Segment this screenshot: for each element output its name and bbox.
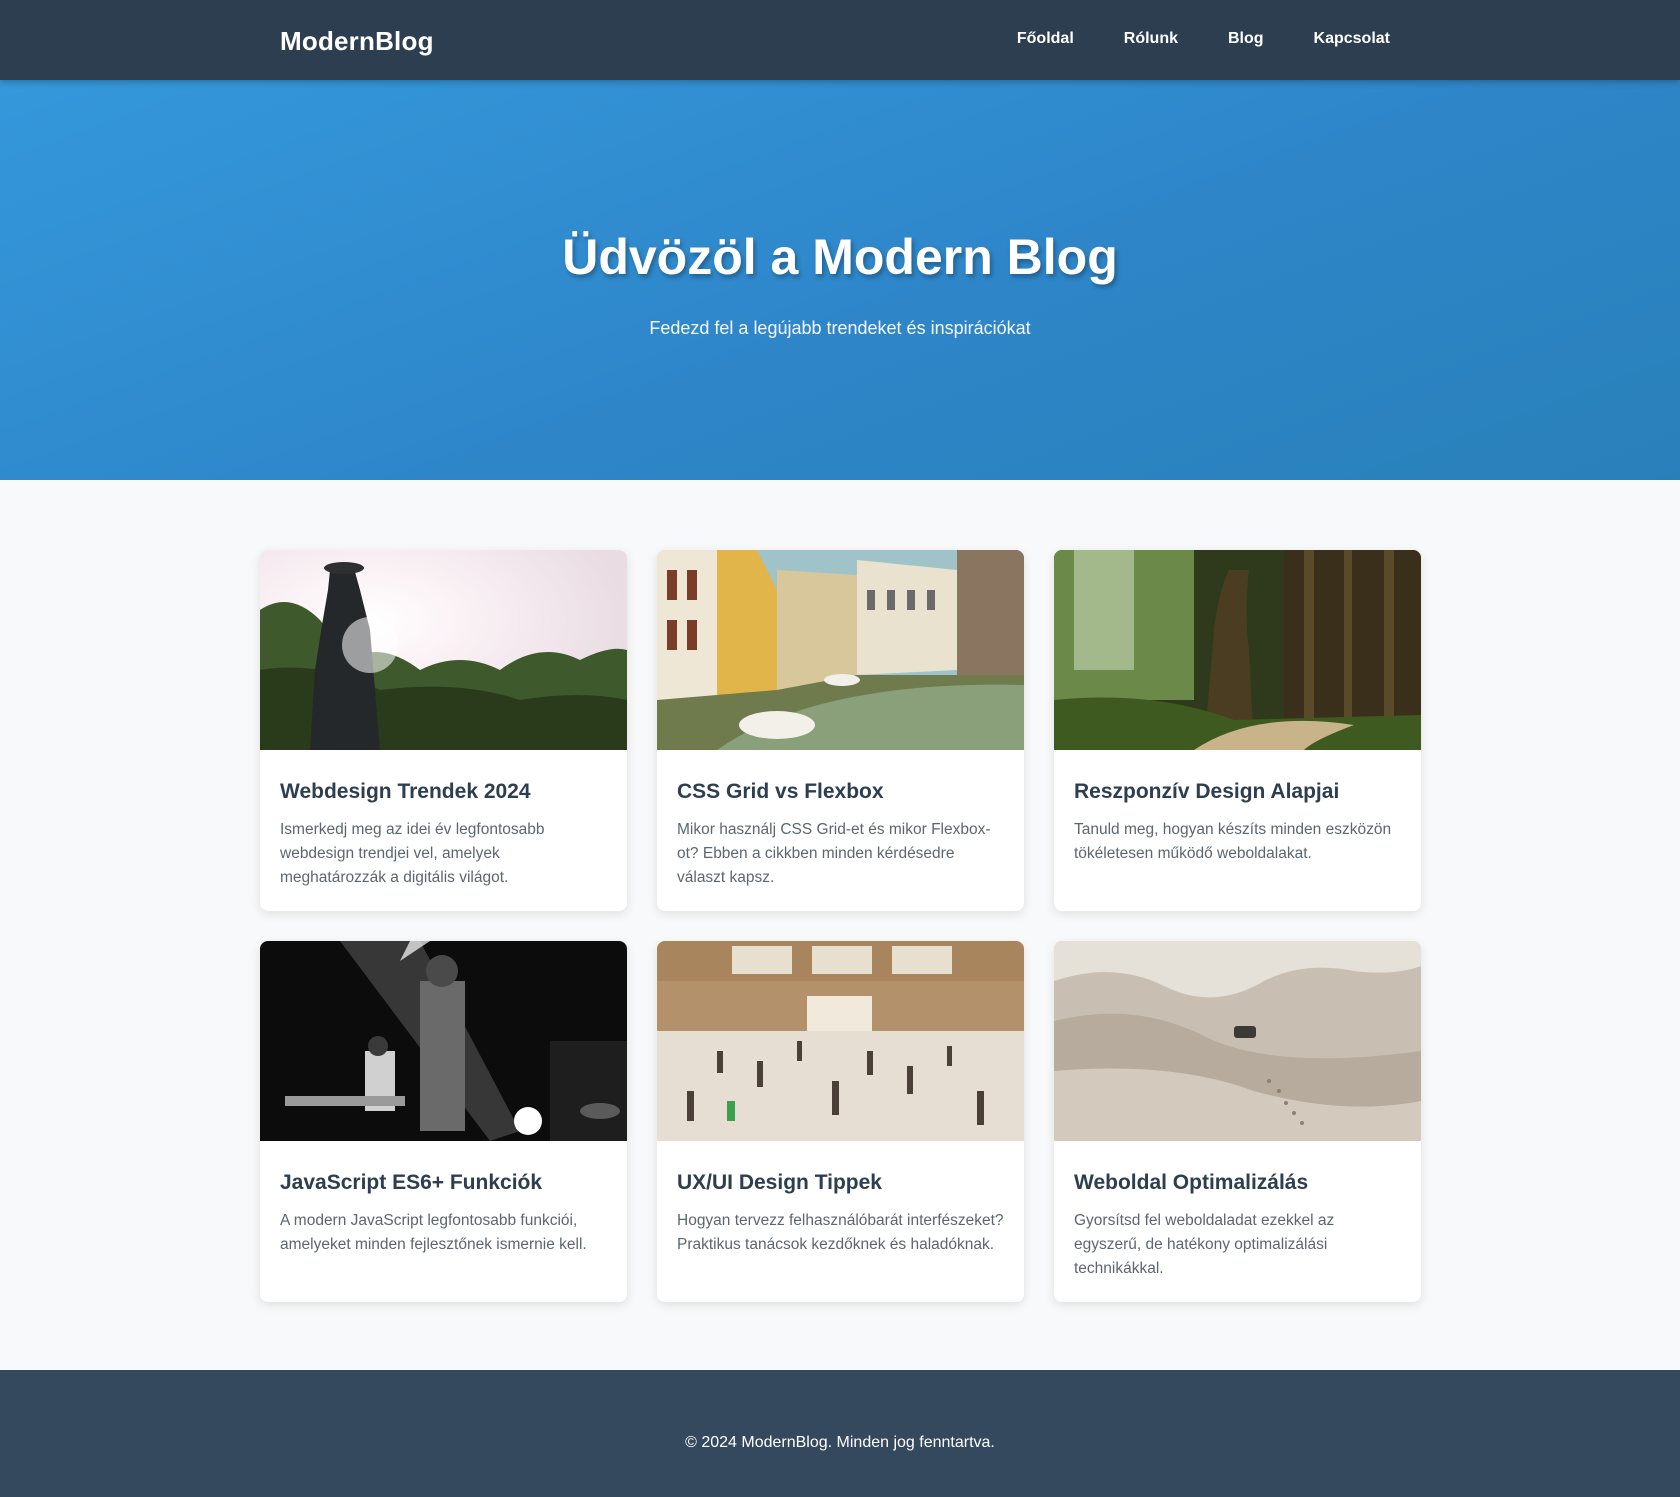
post-grid: Webdesign Trendek 2024 Ismerkedj meg az … [260, 550, 1421, 1302]
nav-link-home[interactable]: Főoldal [1017, 30, 1074, 48]
post-card[interactable]: JavaScript ES6+ Funkciók A modern JavaSc… [260, 941, 627, 1302]
post-excerpt: A modern JavaScript legfontosabb funkció… [280, 1212, 587, 1253]
nav-link-about[interactable]: Rólunk [1124, 30, 1178, 48]
post-excerpt: Tanuld meg, hogyan készíts minden eszköz… [1074, 821, 1392, 862]
desert-dunes-photo[interactable] [1054, 941, 1421, 1141]
site-header: ModernBlog Főoldal Rólunk Blog Kapcsolat [0, 0, 1680, 80]
copyright-text: © 2024 ModernBlog. Minden jog fenntartva… [685, 1434, 995, 1451]
forest-path-photo[interactable] [1054, 550, 1421, 750]
train-station-crowd-photo[interactable] [657, 941, 1024, 1141]
concert-stage-photo[interactable] [260, 941, 627, 1141]
post-card[interactable]: Weboldal Optimalizálás Gyorsítsd fel web… [1054, 941, 1421, 1302]
post-title[interactable]: Webdesign Trendek 2024 [280, 780, 607, 804]
post-title[interactable]: JavaScript ES6+ Funkciók [280, 1171, 607, 1195]
post-card[interactable]: Webdesign Trendek 2024 Ismerkedj meg az … [260, 550, 627, 911]
post-excerpt: Ismerkedj meg az idei év legfontosabb we… [280, 821, 545, 886]
hero-title: Üdvözöl a Modern Blog [562, 229, 1118, 285]
post-card[interactable]: UX/UI Design Tippek Hogyan tervezz felha… [657, 941, 1024, 1302]
post-title[interactable]: Weboldal Optimalizálás [1074, 1171, 1401, 1195]
hero-banner: Üdvözöl a Modern Blog Fedezd fel a legúj… [0, 80, 1680, 480]
post-title[interactable]: UX/UI Design Tippek [677, 1171, 1004, 1195]
post-title[interactable]: CSS Grid vs Flexbox [677, 780, 1004, 804]
hero-subtitle: Fedezd fel a legújabb trendeket és inspi… [649, 318, 1031, 338]
logo[interactable]: ModernBlog [280, 26, 434, 57]
post-title[interactable]: Reszponzív Design Alapjai [1074, 780, 1401, 804]
post-card[interactable]: CSS Grid vs Flexbox Mikor használj CSS G… [657, 550, 1024, 911]
site-footer: © 2024 ModernBlog. Minden jog fenntartva… [0, 1370, 1680, 1497]
nav-link-blog[interactable]: Blog [1228, 30, 1264, 48]
canal-houses-photo[interactable] [657, 550, 1024, 750]
post-card[interactable]: Reszponzív Design Alapjai Tanuld meg, ho… [1054, 550, 1421, 911]
nav-link-contact[interactable]: Kapcsolat [1314, 30, 1390, 48]
post-excerpt: Mikor használj CSS Grid-et és mikor Flex… [677, 821, 991, 886]
post-excerpt: Gyorsítsd fel weboldaladat ezekkel az eg… [1074, 1212, 1335, 1277]
man-in-sunlight-photo[interactable] [260, 550, 627, 750]
post-excerpt: Hogyan tervezz felhasználóbarát interfés… [677, 1212, 1004, 1253]
main-nav: Főoldal Rólunk Blog Kapcsolat [1017, 30, 1390, 48]
